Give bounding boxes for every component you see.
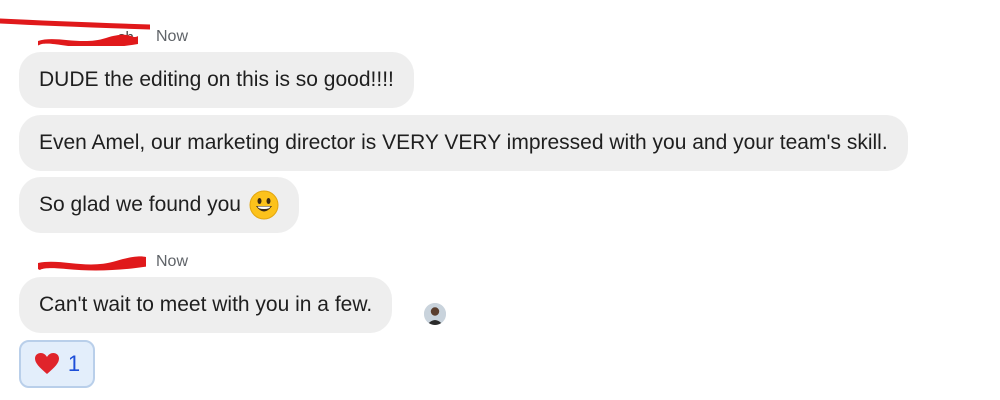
message-text: DUDE the editing on this is so good!!!! xyxy=(39,68,394,91)
sender-name: n xyxy=(38,254,146,271)
timestamp: Now xyxy=(156,28,189,45)
person-icon xyxy=(424,303,446,325)
redaction-mark xyxy=(38,34,138,46)
avatar[interactable] xyxy=(424,303,446,325)
reaction-chip[interactable]: 1 xyxy=(19,340,95,388)
redaction-mark xyxy=(38,255,146,270)
heart-icon xyxy=(34,353,59,374)
message-text: So glad we found you xyxy=(39,193,241,216)
sender-name: sh xyxy=(38,29,146,46)
message-text: Can't wait to meet with you in a few. xyxy=(39,293,373,316)
message-header: sh Now xyxy=(38,27,188,47)
timestamp: Now xyxy=(156,253,189,270)
reaction-count: 1 xyxy=(67,351,81,376)
message-text: Even Amel, our marketing director is VER… xyxy=(39,131,888,154)
message-bubble[interactable]: DUDE the editing on this is so good!!!! xyxy=(19,52,414,108)
message-bubble[interactable]: Even Amel, our marketing director is VER… xyxy=(19,115,908,171)
grinning-face-icon xyxy=(249,190,279,220)
message-header: n Now xyxy=(38,252,188,272)
message-bubble[interactable]: So glad we found you xyxy=(19,177,299,233)
message-bubble[interactable]: Can't wait to meet with you in a few. xyxy=(19,277,393,333)
